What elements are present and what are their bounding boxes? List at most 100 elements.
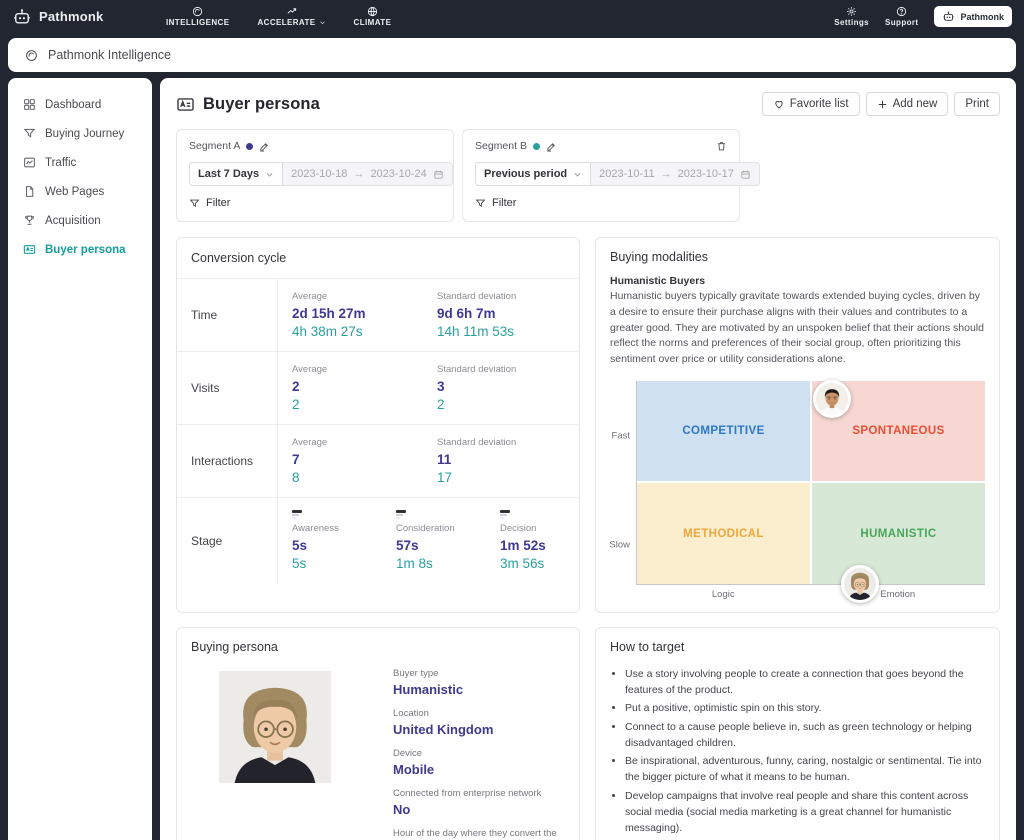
heart-icon (773, 98, 785, 110)
sidebar-item-buying-journey[interactable]: Buying Journey (8, 119, 152, 148)
segment-a-filter-button[interactable]: Filter (189, 197, 441, 209)
persona-field: Hour of the day where they convert the m… (393, 828, 565, 840)
how-to-target-card: How to target Use a story involving peop… (595, 627, 1000, 840)
segment-a-value: 2d 15h 27m (292, 306, 437, 321)
nav-climate[interactable]: CLIMATE (354, 6, 392, 27)
std-header: Standard deviation (437, 364, 582, 375)
nav-accelerate[interactable]: ACCELERATE (257, 6, 325, 27)
sidebar-item-acquisition[interactable]: Acquisition (8, 206, 152, 235)
traffic-chart-icon (23, 156, 36, 169)
segment-b-value: 14h 11m 53s (437, 324, 582, 339)
sidebar-item-label: Buying Journey (45, 128, 124, 140)
add-new-label: Add new (893, 98, 938, 110)
std-header: Standard deviation (437, 291, 582, 302)
stage-funnel-icon (500, 510, 604, 519)
filter-funnel-icon (475, 198, 486, 209)
quadrant-competitive: COMPETITIVE (637, 381, 810, 482)
edit-pencil-icon[interactable] (259, 141, 270, 152)
segment-b-value: 1m 8s (396, 556, 500, 571)
top-navbar: Pathmonk INTELLIGENCE ACCELERATE CLIMATE… (0, 0, 1024, 33)
targeting-tips-list: Use a story involving people to create a… (610, 666, 985, 837)
nav-intelligence[interactable]: INTELLIGENCE (166, 6, 229, 27)
segment-a-period-value: Last 7 Days (198, 168, 259, 180)
segment-a-date-from: 2023-10-18 (291, 168, 347, 180)
climate-globe-icon (367, 6, 378, 17)
segment-b-period-value: Previous period (484, 168, 567, 180)
segment-a-value: 7 (292, 452, 437, 467)
segment-a-filter-label: Filter (206, 197, 230, 209)
favorite-list-button[interactable]: Favorite list (762, 92, 860, 116)
stage-funnel-icon (396, 510, 500, 519)
add-new-button[interactable]: Add new (866, 92, 949, 116)
segment-a-date-range[interactable]: 2023-10-18 → 2023-10-24 (283, 162, 453, 186)
stage-funnel-icon (292, 510, 396, 519)
sidebar-item-label: Traffic (45, 157, 76, 169)
intelligence-crumb-icon (25, 49, 38, 62)
female-persona-avatar[interactable] (841, 565, 879, 603)
y-axis-bottom-label: Slow (609, 540, 630, 551)
list-item: Develop campaigns that involve real peop… (625, 788, 985, 837)
pathmonk-logo-icon (12, 7, 32, 27)
segment-a-value: 11 (437, 452, 582, 467)
nav-climate-label: CLIMATE (354, 18, 392, 27)
quadrant-methodical: METHODICAL (637, 483, 810, 584)
sidebar-item-traffic[interactable]: Traffic (8, 148, 152, 177)
stage-header: Consideration (396, 523, 500, 534)
pathmonk-account-icon (942, 10, 955, 23)
accelerate-icon (286, 6, 298, 17)
table-row-stage: Stage Awareness 5s 5s Consideration 57s (177, 498, 579, 583)
print-button[interactable]: Print (954, 92, 1000, 116)
male-persona-avatar[interactable] (813, 380, 851, 418)
buying-persona-card: Buying persona Buyer type Humanistic Loc… (176, 627, 580, 840)
segment-a-period-select[interactable]: Last 7 Days (189, 162, 283, 186)
segment-b-filter-label: Filter (492, 197, 516, 209)
persona-badge-icon (23, 243, 36, 256)
settings-button[interactable]: Settings (834, 6, 869, 27)
segment-b-date-from: 2023-10-11 (599, 168, 654, 180)
x-axis-left-label: Logic (636, 589, 811, 600)
main-nav: INTELLIGENCE ACCELERATE CLIMATE (166, 6, 391, 27)
segment-a-date-to: 2023-10-24 (370, 168, 426, 180)
x-axis-right-label: Emotion (811, 589, 986, 600)
avg-header: Average (292, 291, 437, 302)
support-button[interactable]: Support (885, 6, 918, 27)
pathmonk-account-button[interactable]: Pathmonk (934, 6, 1012, 27)
delete-trash-icon[interactable] (716, 140, 727, 152)
sidebar-item-web-pages[interactable]: Web Pages (8, 177, 152, 206)
nav-intelligence-label: INTELLIGENCE (166, 18, 229, 27)
segment-a-name: Segment A (189, 140, 240, 152)
segment-b-value: 4h 38m 27s (292, 324, 437, 339)
avg-header: Average (292, 364, 437, 375)
segment-a-value: 9d 6h 7m (437, 306, 582, 321)
page-title: Buyer persona (203, 95, 320, 114)
chevron-down-icon (265, 170, 274, 179)
plus-icon (877, 99, 888, 110)
std-header: Standard deviation (437, 437, 582, 448)
brand[interactable]: Pathmonk (12, 7, 140, 27)
list-item: Be inspirational, adventurous, funny, ca… (625, 753, 985, 786)
persona-field: Buyer type Humanistic (393, 668, 565, 697)
list-item: Connect to a cause people believe in, su… (625, 719, 985, 752)
sidebar-item-dashboard[interactable]: Dashboard (8, 90, 152, 119)
persona-photo (219, 668, 331, 786)
segment-b-date-to: 2023-10-17 (678, 168, 734, 180)
how-to-target-title: How to target (610, 640, 985, 654)
sidebar: Dashboard Buying Journey Traffic Web Pag… (8, 78, 152, 840)
arrow-right-icon: → (661, 168, 672, 180)
list-item: Put a positive, optimistic spin on this … (625, 700, 985, 716)
chevron-down-icon (319, 19, 326, 26)
segment-b-card: Segment B Previous period 2023-10-11 → 2… (462, 129, 740, 222)
table-row: Visits Average 2 2 Standard deviation 3 … (177, 352, 579, 425)
table-row: Time Average 2d 15h 27m 4h 38m 27s Stand… (177, 279, 579, 352)
segment-b-period-select[interactable]: Previous period (475, 162, 591, 186)
nav-accelerate-label: ACCELERATE (257, 18, 315, 27)
segment-b-filter-button[interactable]: Filter (475, 197, 727, 209)
conversion-cycle-title: Conversion cycle (177, 238, 579, 279)
segment-a-color-dot (246, 143, 253, 150)
pathmonk-account-label: Pathmonk (960, 12, 1004, 22)
gear-icon (846, 6, 857, 17)
edit-pencil-icon[interactable] (546, 141, 557, 152)
sidebar-item-buyer-persona[interactable]: Buyer persona (8, 235, 152, 264)
modality-description: Humanistic buyers typically gravitate to… (610, 289, 985, 368)
segment-b-date-range[interactable]: 2023-10-11 → 2023-10-17 (591, 162, 760, 186)
